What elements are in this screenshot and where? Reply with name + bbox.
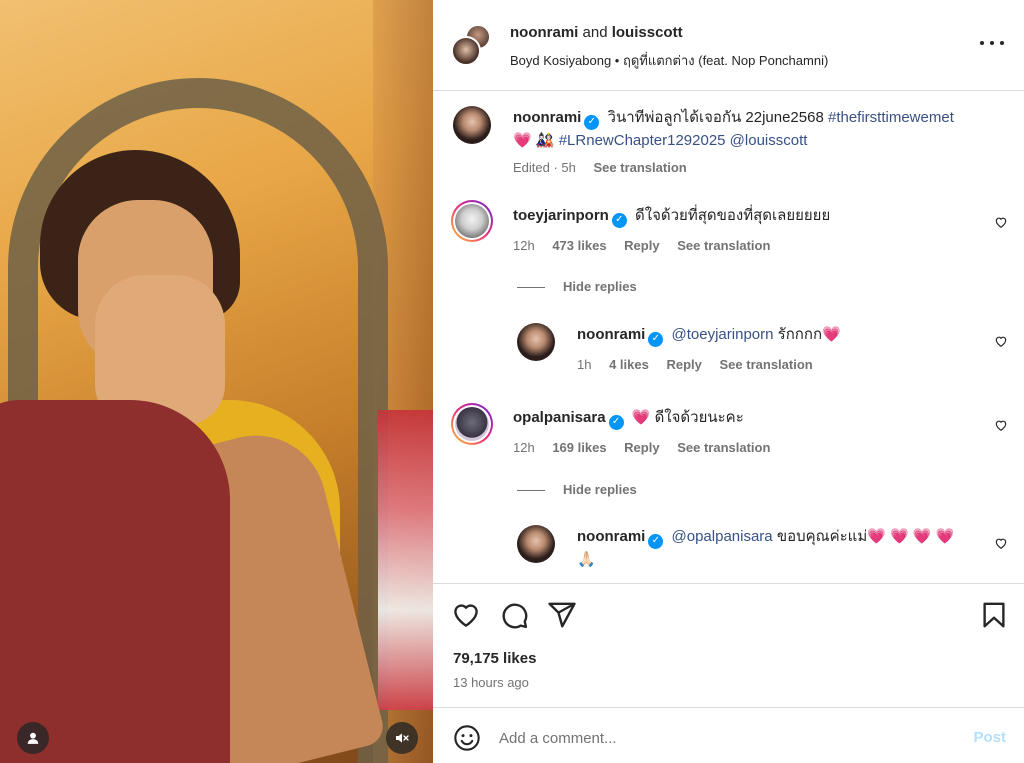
comments-divider [433, 583, 1024, 584]
share-icon[interactable] [547, 600, 577, 630]
hashtag-link[interactable]: #thefirsttimewemet [828, 109, 954, 126]
comment-likes-count[interactable]: 169 likes [552, 440, 606, 455]
verified-badge-icon: ✓ [648, 331, 664, 347]
mention-link[interactable]: @toeyjarinporn [672, 326, 774, 343]
reply-body-line2: 🙏🏻 [577, 550, 596, 568]
see-translation-link[interactable]: See translation [594, 160, 687, 175]
comment-username[interactable]: opalpanisara [513, 409, 606, 426]
hide-replies-line [517, 287, 545, 289]
user-tag-icon [27, 732, 39, 744]
hide-replies-button[interactable]: Hide replies [517, 482, 637, 497]
comment-body: 💗 ดีใจด้วยนะคะ [631, 409, 744, 426]
verified-badge-icon: ✓ [584, 114, 600, 130]
media-foreground-person [0, 400, 230, 763]
mute-toggle-button[interactable] [386, 722, 418, 754]
more-icon-dot [980, 41, 984, 45]
post-action-bar [433, 598, 1024, 638]
tagged-users-button[interactable] [17, 722, 49, 754]
comments-scroll-clip: noonrami ✓ @opalpanisara ขอบคุณค่ะแม่💗 💗 … [433, 515, 1024, 583]
hide-replies-label: Hide replies [563, 279, 637, 294]
avatar-story-ring[interactable] [451, 403, 493, 445]
comment-likes-count[interactable]: 473 likes [552, 238, 606, 253]
reply-button[interactable]: Reply [624, 440, 659, 455]
verified-badge-icon: ✓ [608, 414, 624, 430]
reply-likes-count[interactable]: 4 likes [609, 357, 649, 372]
mention-link[interactable]: @louisscott [730, 132, 808, 149]
header-joiner: and [582, 24, 608, 41]
comment-text: opalpanisara ✓ 💗 ดีใจด้วยนะคะ [513, 407, 983, 430]
comment-composer: Post [433, 708, 1024, 763]
avatar [455, 204, 489, 238]
post-comment-button[interactable]: Post [973, 729, 1006, 746]
reply-text: noonrami ✓ @opalpanisara ขอบคุณค่ะแม่💗 💗 … [577, 526, 977, 571]
collab-avatars[interactable] [451, 24, 491, 66]
more-options-button[interactable] [980, 36, 1004, 50]
hashtag-link[interactable]: #LRnewChapter1292025 [559, 132, 726, 149]
comment-time: 12h [513, 238, 535, 253]
reply-body: ขอบคุณค่ะแม่💗 💗 💗 💗 [776, 528, 955, 545]
reply-body: รักกกก💗 [777, 326, 841, 343]
emoji-icon[interactable] [453, 724, 481, 752]
hide-replies-button[interactable]: Hide replies [517, 279, 637, 294]
avatar [455, 407, 489, 441]
reply-button[interactable]: Reply [624, 238, 659, 253]
avatar[interactable] [517, 323, 555, 361]
post-timestamp[interactable]: 13 hours ago [453, 675, 529, 690]
mention-link[interactable]: @opalpanisara [672, 528, 773, 545]
post-details-panel: noonrami and louisscott Boyd Kosiyabong … [433, 0, 1024, 763]
comment-time: 12h [513, 440, 535, 455]
caption-emojis: 💗 🎎 [513, 131, 555, 149]
comment-text: toeyjarinporn ✓ ดีใจด้วยที่สุดของที่สุดเล… [513, 205, 983, 228]
see-translation-link[interactable]: See translation [677, 238, 770, 253]
comment-body: ดีใจด้วยที่สุดของที่สุดเลยยยยย [635, 207, 831, 224]
reply-username[interactable]: noonrami [577, 326, 645, 343]
hide-replies-line [517, 490, 545, 492]
comment-like-heart-icon[interactable] [994, 334, 1008, 348]
comment-meta: 12h 169 likes Reply See translation [513, 440, 784, 455]
more-icon-dot [990, 41, 994, 45]
comment-icon[interactable] [499, 600, 529, 630]
avatar[interactable] [517, 525, 555, 563]
more-icon-dot [1000, 41, 1004, 45]
see-translation-link[interactable]: See translation [677, 440, 770, 455]
caption-edited-time: Edited · 5h [513, 160, 576, 175]
comment-username[interactable]: toeyjarinporn [513, 207, 609, 224]
see-translation-link[interactable]: See translation [720, 357, 813, 372]
avatar-story-ring[interactable] [451, 200, 493, 242]
comment-meta: 12h 473 likes Reply See translation [513, 238, 784, 253]
caption-body: วินาทีพ่อลูกได้เจอกัน 22june2568 [607, 109, 824, 126]
caption-username[interactable]: noonrami [513, 109, 581, 126]
comment-like-heart-icon[interactable] [994, 215, 1008, 229]
media-shelf [378, 410, 433, 710]
post-media-video[interactable] [0, 0, 433, 763]
heart-icon[interactable] [451, 600, 481, 630]
comment-like-heart-icon[interactable] [994, 536, 1008, 550]
header-username-louisscott[interactable]: louisscott [612, 24, 683, 41]
mute-icon [396, 733, 409, 743]
reply-meta: 1h 4 likes Reply See translation [577, 357, 827, 372]
collab-usernames: noonrami and louisscott [510, 24, 683, 41]
bookmark-icon[interactable] [979, 600, 1009, 630]
avatar-noonrami[interactable] [451, 36, 481, 66]
hide-replies-label: Hide replies [563, 482, 637, 497]
header-username-noonrami[interactable]: noonrami [510, 24, 578, 41]
comment-input[interactable] [499, 727, 939, 749]
reply-button[interactable]: Reply [666, 357, 701, 372]
post-likes-count[interactable]: 79,175 likes [453, 650, 536, 667]
verified-badge-icon: ✓ [611, 212, 627, 228]
post-header: noonrami and louisscott Boyd Kosiyabong … [433, 0, 1024, 90]
reply-text: noonrami ✓ @toeyjarinporn รักกกก💗 [577, 324, 977, 347]
audio-track-link[interactable]: Boyd Kosiyabong • ฤดูที่แตกต่าง (feat. N… [510, 50, 828, 71]
header-divider [433, 90, 1024, 91]
verified-badge-icon: ✓ [648, 533, 664, 549]
caption-meta: Edited · 5h See translation [513, 160, 701, 175]
reply-username[interactable]: noonrami [577, 528, 645, 545]
avatar[interactable] [453, 106, 491, 144]
reply-time: 1h [577, 357, 592, 372]
caption-text: noonrami ✓ วินาทีพ่อลูกได้เจอกัน 22june25… [513, 107, 1003, 152]
comment-like-heart-icon[interactable] [994, 418, 1008, 432]
